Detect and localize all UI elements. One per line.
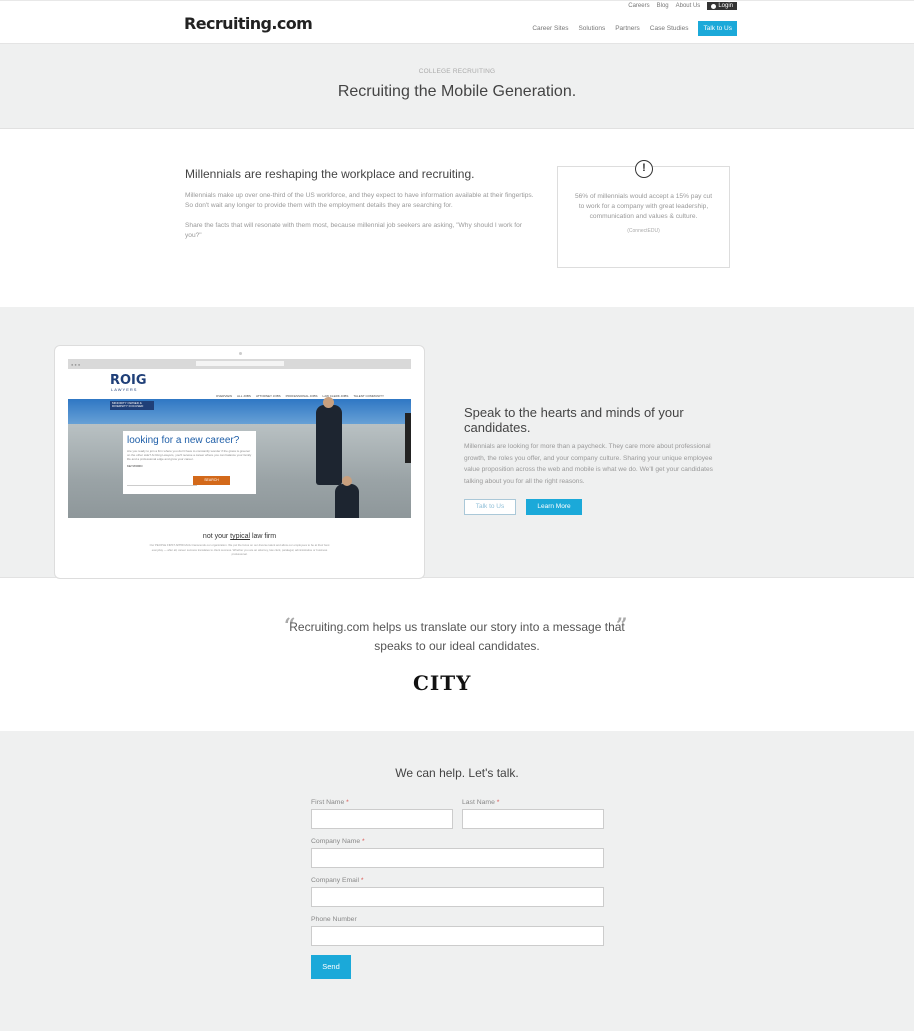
company-email-label: Company Email * bbox=[311, 877, 364, 884]
tablet-mockup: ●●● ROIG LAWYERS OVERVIEW ALL JOBS ATTOR… bbox=[54, 345, 425, 579]
util-link-careers[interactable]: Careers bbox=[628, 3, 649, 9]
last-name-field[interactable] bbox=[462, 809, 604, 829]
roig-nav-item: OVERVIEW bbox=[215, 394, 233, 398]
roig-tagline: not your typical law firm bbox=[202, 533, 277, 540]
stat-source: (ConnectEDU) bbox=[627, 228, 660, 234]
testimonial-section: “ Recruiting.com helps us translate our … bbox=[0, 579, 914, 731]
roig-diversity-tag: MINORITY OWNED & DIVERSITY FOCUSED bbox=[110, 401, 154, 410]
window-dots-icon: ●●● bbox=[71, 362, 82, 367]
millennials-section: Millennials are reshaping the workplace … bbox=[0, 129, 914, 307]
company-name-label: Company Name * bbox=[311, 838, 365, 845]
login-label: Login bbox=[718, 3, 733, 9]
browser-bar: ●●● bbox=[68, 359, 411, 369]
stat-card: ! 56% of millennials would accept a 15% … bbox=[557, 160, 730, 268]
millennials-heading: Millennials are reshaping the workplace … bbox=[185, 167, 475, 181]
roig-banner-image: looking for a new career? Are you ready … bbox=[68, 397, 411, 518]
roig-search-button: SEARCH bbox=[193, 476, 230, 485]
browser-url-bar bbox=[196, 361, 284, 366]
util-link-about[interactable]: About Us bbox=[676, 3, 701, 9]
hearts-buttons: Talk to Us Learn More bbox=[464, 499, 729, 515]
main-nav: Career Sites Solutions Partners Case Stu… bbox=[532, 21, 737, 36]
contact-section: We can help. Let's talk. First Name * La… bbox=[0, 731, 914, 1031]
util-link-blog[interactable]: Blog bbox=[657, 3, 669, 9]
login-button[interactable]: Login bbox=[707, 2, 737, 10]
testimonial-quote: Recruiting.com helps us translate our st… bbox=[289, 620, 625, 653]
close-quote-icon: ” bbox=[616, 613, 628, 637]
keyword-label: KEYWORD bbox=[127, 464, 143, 468]
hearts-text: Speak to the hearts and minds of your ca… bbox=[464, 405, 729, 515]
climbing-person-figure bbox=[316, 397, 342, 485]
first-name-field[interactable] bbox=[311, 809, 453, 829]
hearts-section: ●●● ROIG LAWYERS OVERVIEW ALL JOBS ATTOR… bbox=[0, 307, 914, 579]
roig-body: Our PEOPLE FIRST APPROACH transcends our… bbox=[149, 543, 330, 556]
recruiting-logo[interactable]: Recruiting.com bbox=[184, 14, 313, 33]
nav-talk-to-us-button[interactable]: Talk to Us bbox=[698, 21, 737, 36]
first-name-label: First Name * bbox=[311, 799, 349, 806]
nav-solutions[interactable]: Solutions bbox=[578, 25, 605, 32]
roig-logo: ROIG bbox=[110, 373, 147, 388]
roig-content: not your typical law firm Our PEOPLE FIR… bbox=[68, 518, 411, 557]
millennials-paragraph-2: Share the facts that will resonate with … bbox=[185, 222, 522, 239]
talk-to-us-button[interactable]: Talk to Us bbox=[464, 499, 516, 515]
learn-more-button[interactable]: Learn More bbox=[526, 499, 582, 515]
hero-section: COLLEGE RECRUITING Recruiting the Mobile… bbox=[0, 44, 914, 129]
city-client-logo: CITY bbox=[413, 671, 472, 695]
roig-nav: OVERVIEW ALL JOBS ATTORNEY JOBS PROFESSI… bbox=[216, 394, 384, 398]
roig-nav-item: ATTORNEY JOBS bbox=[255, 394, 281, 398]
career-title: looking for a new career? bbox=[127, 435, 240, 446]
nav-career-sites[interactable]: Career Sites bbox=[532, 25, 568, 32]
roig-nav-item: ALL JOBS bbox=[237, 394, 251, 398]
page-title: Recruiting the Mobile Generation. bbox=[337, 83, 577, 100]
exclamation-icon: ! bbox=[635, 160, 653, 178]
phone-field[interactable] bbox=[311, 926, 604, 946]
tablet-screen: ●●● ROIG LAWYERS OVERVIEW ALL JOBS ATTOR… bbox=[68, 359, 411, 568]
site-header: Recruiting.com Careers Blog About Us Log… bbox=[0, 0, 914, 44]
hero-eyebrow: COLLEGE RECRUITING bbox=[418, 68, 496, 75]
nav-case-studies[interactable]: Case Studies bbox=[650, 25, 689, 32]
hearts-heading: Speak to the hearts and minds of your ca… bbox=[464, 405, 684, 435]
seated-person-figure bbox=[335, 476, 359, 518]
side-tab bbox=[405, 413, 411, 463]
send-button[interactable]: Send bbox=[311, 955, 351, 979]
millennials-paragraph-1: Millennials make up over one-third of th… bbox=[185, 192, 534, 209]
career-search-box: looking for a new career? Are you ready … bbox=[123, 431, 256, 494]
contact-form: First Name * Last Name * Company Name * … bbox=[311, 799, 604, 979]
roig-nav-item: TALENT COMMUNITY bbox=[353, 394, 384, 398]
keyword-field bbox=[127, 481, 197, 486]
roig-logo-sub: LAWYERS bbox=[111, 387, 138, 392]
roig-header: ROIG LAWYERS OVERVIEW ALL JOBS ATTORNEY … bbox=[68, 369, 411, 399]
nav-partners[interactable]: Partners bbox=[615, 25, 640, 32]
company-name-field[interactable] bbox=[311, 848, 604, 868]
company-email-field[interactable] bbox=[311, 887, 604, 907]
stat-text: 56% of millennials would accept a 15% pa… bbox=[574, 193, 713, 220]
contact-heading: We can help. Let's talk. bbox=[395, 766, 519, 780]
millennials-text: Millennials are reshaping the workplace … bbox=[185, 167, 540, 241]
career-desc: Are you ready to join a firm where you d… bbox=[127, 449, 252, 461]
utility-nav: Careers Blog About Us Login bbox=[628, 2, 737, 10]
user-icon bbox=[711, 3, 717, 9]
hearts-paragraph: Millennials are looking for more than a … bbox=[464, 443, 713, 485]
last-name-label: Last Name * bbox=[462, 799, 500, 806]
roig-nav-item: PROFESSIONAL JOBS bbox=[285, 394, 318, 398]
tablet-camera bbox=[239, 352, 242, 355]
phone-label: Phone Number bbox=[311, 916, 357, 923]
